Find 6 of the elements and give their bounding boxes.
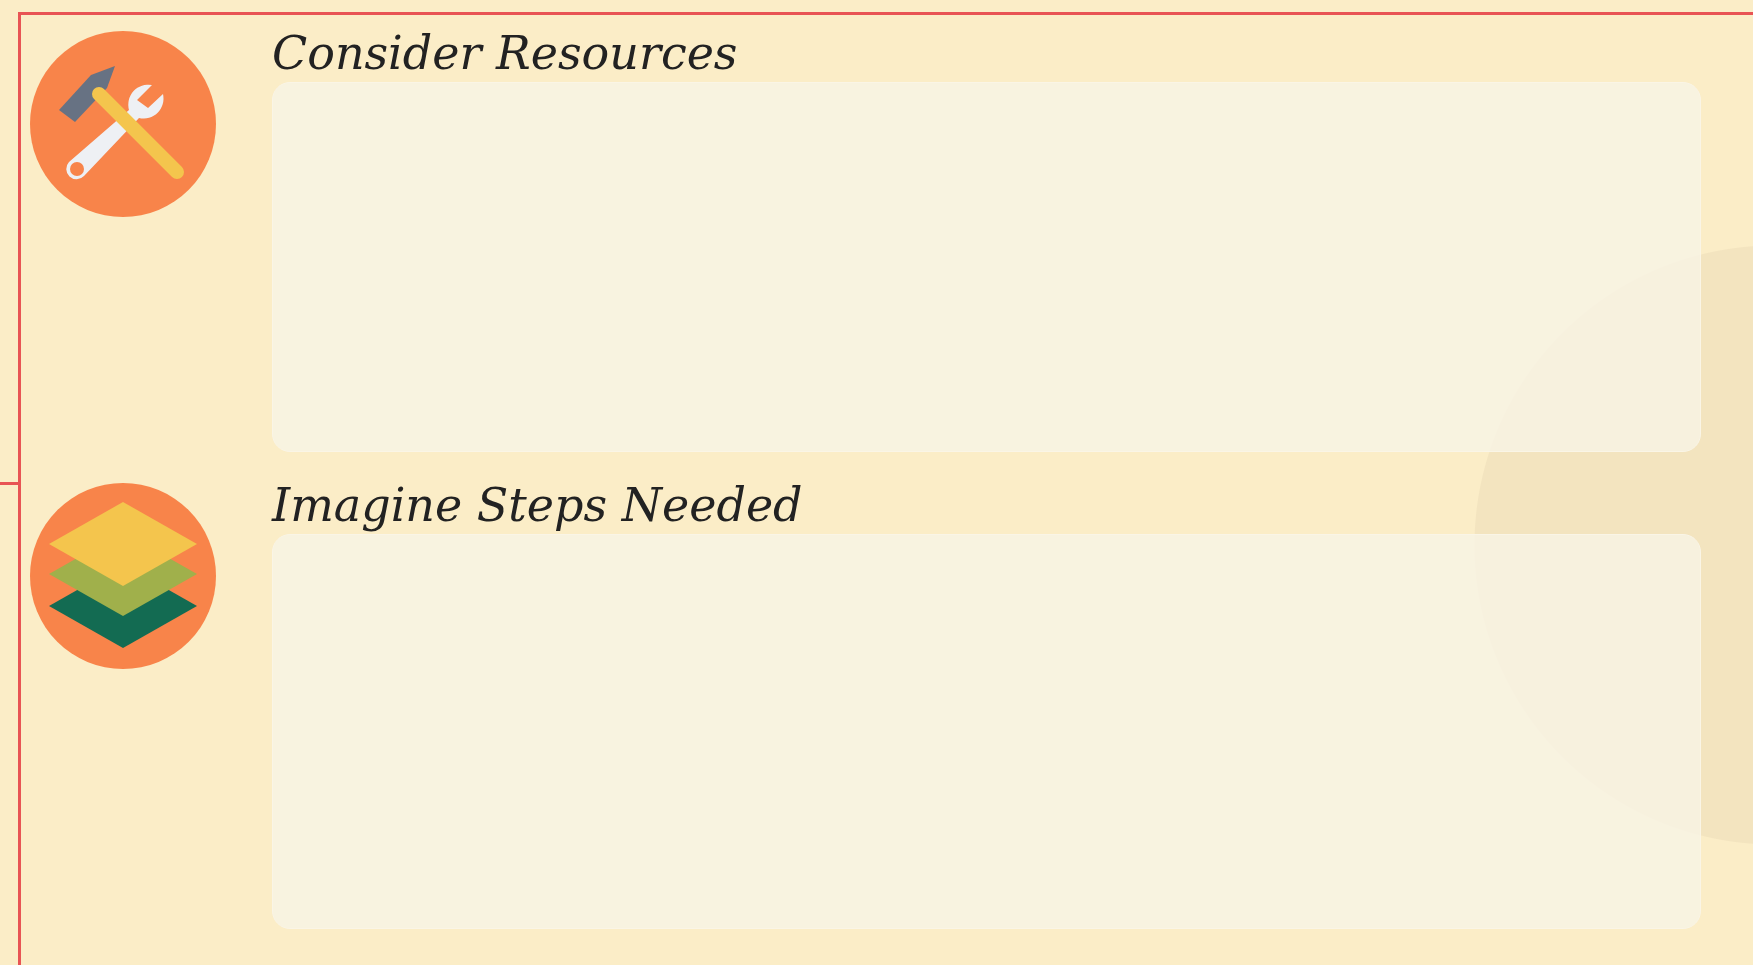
section-title: Consider Resources — [272, 30, 739, 82]
text-area[interactable] — [272, 82, 1701, 452]
section-title: Imagine Steps Needed — [272, 482, 804, 534]
layers-icon — [29, 482, 217, 670]
tools-icon — [29, 30, 217, 218]
text-area[interactable] — [272, 534, 1701, 929]
